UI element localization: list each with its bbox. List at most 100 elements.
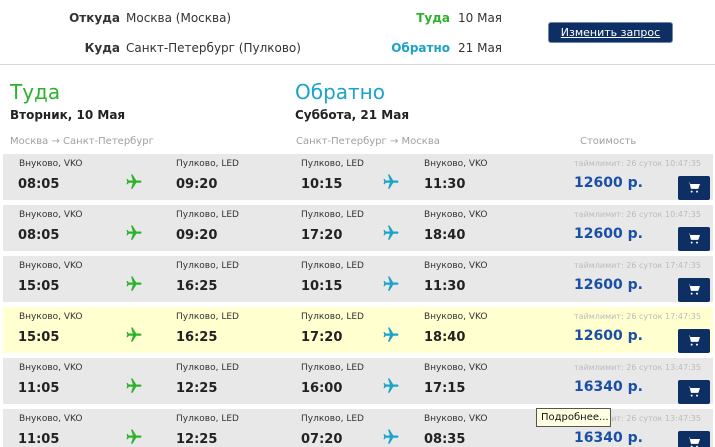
return-arrival-airport: Внуково, VKO [424,261,488,271]
return-departure-time: 07:20 [301,432,343,447]
return-departure-time: 17:20 [301,228,343,243]
ticketing-time-limit: таймлимит: 26 суток 13:47:35 [574,363,701,372]
ticketing-time-limit: таймлимит: 26 суток 10:47:35 [574,159,701,168]
outbound-departure-time: 11:05 [18,432,60,447]
outbound-arrival-airport: Пулково, LED [176,414,239,424]
outbound-arrival-airport: Пулково, LED [176,312,239,322]
airplane-icon [382,428,400,446]
from-value: Москва (Москва) [126,11,232,25]
price: 12600 р. [574,226,643,242]
return-departure-airport: Пулково, LED [301,210,364,220]
outbound-departure-airport: Внуково, VKO [19,363,83,373]
flight-row[interactable]: Внуково, VKO 08:05 Пулково, LED 09:20 Пулков… [3,205,713,251]
return-arrival-airport: Внуково, VKO [424,159,488,169]
outbound-title: Туда [10,80,61,104]
return-arrival-time: 11:30 [424,279,466,294]
return-arrival-airport: Внуково, VKO [424,414,488,424]
ticketing-time-limit: таймлимит: 26 суток 17:47:35 [574,261,701,270]
flight-row[interactable]: Внуково, VKO 15:05 Пулково, LED 16:25 Пулков… [3,256,713,302]
return-label: Обратно [391,41,450,55]
outbound-departure-time: 15:05 [18,330,60,345]
outbound-arrival-time: 12:25 [176,381,218,396]
outbound-departure-airport: Внуково, VKO [19,210,83,220]
cart-icon[interactable] [678,380,710,404]
flight-row[interactable]: Внуково, VKO 15:05 Пулково, LED 16:25 Пулков… [3,307,713,353]
return-arrival-time: 17:15 [424,381,466,396]
airplane-icon [125,377,143,395]
return-title: Обратно [295,80,385,104]
return-arrival-airport: Внуково, VKO [424,210,488,220]
airplane-icon [125,224,143,242]
search-query-panel: Откуда Москва (Москва) Куда Санкт-Петерб… [0,0,715,65]
airplane-icon [382,173,400,191]
return-arrival-time: 18:40 [424,228,466,243]
return-arrival-airport: Внуково, VKO [424,363,488,373]
return-departure-time: 10:15 [301,279,343,294]
airplane-icon [382,377,400,395]
return-departure-airport: Пулково, LED [301,312,364,322]
airplane-icon [382,275,400,293]
outbound-arrival-time: 09:20 [176,177,218,192]
outbound-label: Туда [416,11,450,25]
airplane-icon [125,428,143,446]
to-label: Куда [84,41,120,55]
airplane-icon [382,224,400,242]
cart-icon[interactable] [678,278,710,302]
outbound-arrival-airport: Пулково, LED [176,210,239,220]
from-label: Откуда [69,11,120,25]
outbound-departure-time: 11:05 [18,381,60,396]
return-departure-time: 10:15 [301,177,343,192]
cart-icon[interactable] [678,329,710,353]
return-departure-airport: Пулково, LED [301,363,364,373]
price: 16340 р. [574,430,643,446]
change-request-button[interactable]: Изменить запрос [548,22,673,43]
airplane-icon [125,275,143,293]
flight-row[interactable]: Внуково, VKO 08:05 Пулково, LED 09:20 Пулков… [3,154,713,200]
return-date: 21 Мая [458,41,503,55]
outbound-day: Вторник, 10 Мая [10,108,126,122]
price: 16340 р. [574,379,643,395]
return-departure-time: 17:20 [301,330,343,345]
outbound-departure-airport: Внуково, VKO [19,414,83,424]
outbound-arrival-airport: Пулково, LED [176,261,239,271]
outbound-arrival-time: 09:20 [176,228,218,243]
outbound-departure-airport: Внуково, VKO [19,261,83,271]
airplane-icon [125,173,143,191]
return-arrival-time: 08:35 [424,432,466,447]
outbound-departure-time: 15:05 [18,279,60,294]
return-day: Суббота, 21 Мая [295,108,410,122]
outbound-date: 10 Мая [458,11,503,25]
ticketing-time-limit: таймлимит: 26 суток 10:47:35 [574,210,701,219]
return-arrival-time: 11:30 [424,177,466,192]
return-departure-time: 16:00 [301,381,343,396]
price: 12600 р. [574,175,643,191]
outbound-departure-airport: Внуково, VKO [19,312,83,322]
outbound-arrival-time: 12:25 [176,432,218,447]
return-arrival-time: 18:40 [424,330,466,345]
outbound-departure-time: 08:05 [18,228,60,243]
outbound-departure-time: 08:05 [18,177,60,192]
cart-icon[interactable] [678,227,710,251]
cart-icon[interactable] [678,176,710,200]
airplane-icon [125,326,143,344]
ticketing-time-limit: таймлимит: 26 суток 17:47:35 [574,312,701,321]
outbound-departure-airport: Внуково, VKO [19,159,83,169]
to-value: Санкт-Петербург (Пулково) [126,41,301,55]
airplane-icon [382,326,400,344]
return-departure-airport: Пулково, LED [301,159,364,169]
flight-row[interactable]: Внуково, VKO 11:05 Пулково, LED 12:25 Пулков… [3,358,713,404]
outbound-arrival-time: 16:25 [176,330,218,345]
outbound-arrival-time: 16:25 [176,279,218,294]
outbound-arrival-airport: Пулково, LED [176,159,239,169]
return-departure-airport: Пулково, LED [301,414,364,424]
return-departure-airport: Пулково, LED [301,261,364,271]
price-column-header: Стоимость [580,136,637,147]
details-tooltip: Подробнее... [536,408,611,427]
price: 12600 р. [574,328,643,344]
return-route-header: Санкт-Петербург → Москва [296,136,440,147]
cart-icon[interactable] [678,431,710,447]
outbound-arrival-airport: Пулково, LED [176,363,239,373]
price: 12600 р. [574,277,643,293]
outbound-route-header: Москва → Санкт-Петербург [10,136,154,147]
return-arrival-airport: Внуково, VKO [424,312,488,322]
